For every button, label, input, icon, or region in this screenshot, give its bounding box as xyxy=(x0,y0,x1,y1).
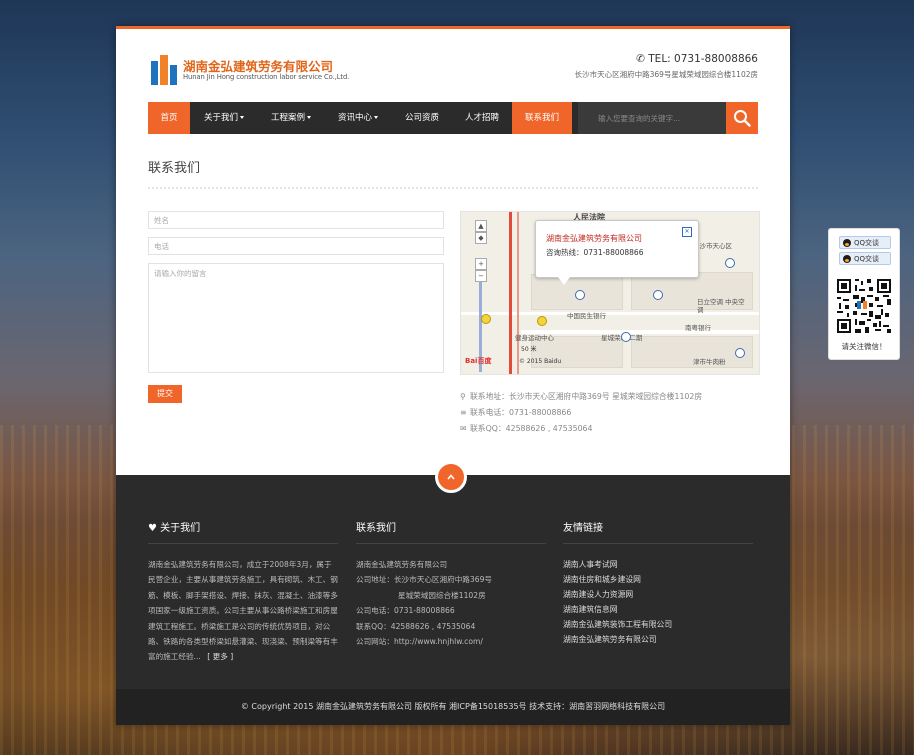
page-container: 湖南金弘建筑劳务有限公司 Hunan Jin Hong construction… xyxy=(116,26,790,725)
title-divider xyxy=(148,187,758,189)
map-zoom-in-button[interactable]: + xyxy=(475,258,487,270)
footer-link-item[interactable]: 湖南人事考试网 xyxy=(563,559,618,570)
map-label-nanyue: 南粤银行 xyxy=(685,324,711,332)
logo-mark-icon xyxy=(151,55,177,85)
page-title: 联系我们 xyxy=(148,161,201,176)
main-nav: 首页 关于我们 工程案例 资讯中心 公司资质 人才招聘 联系我们 xyxy=(148,102,758,134)
list-icon: ≡ xyxy=(460,408,467,417)
map-poi-icon xyxy=(653,290,663,300)
site-logo[interactable]: 湖南金弘建筑劳务有限公司 Hunan Jin Hong construction… xyxy=(151,53,351,89)
floating-contact-panel: QQ交谈 QQ交谈 请关注微信！ xyxy=(828,228,900,360)
qq-chat-button-1[interactable]: QQ交谈 xyxy=(839,236,891,249)
nav-item-about[interactable]: 关于我们 xyxy=(190,102,258,134)
map-scale: 50 米 xyxy=(521,346,537,353)
scroll-top-button[interactable] xyxy=(435,461,467,493)
footer-about-text: 湖南金弘建筑劳务有限公司，成立于2008年3月，属于民营企业，主要从事建筑劳务施… xyxy=(148,560,338,662)
search-input[interactable] xyxy=(578,102,728,134)
footer-link-item[interactable]: 湖南金弘建筑装饰工程有限公司 xyxy=(563,619,672,630)
envelope-icon: ✉ xyxy=(460,424,467,433)
bubble-phone: 咨询热线：0731-88008866 xyxy=(546,248,644,257)
site-header: 湖南金弘建筑劳务有限公司 Hunan Jin Hong construction… xyxy=(116,29,790,101)
close-icon[interactable]: ✕ xyxy=(682,227,692,237)
footer-website-link[interactable]: 公司网站：http://www.hnjhlw.com/ xyxy=(356,634,556,649)
map-pan-up-button[interactable]: ▲ xyxy=(475,220,487,232)
map-label-food: 津市牛肉粉 xyxy=(693,358,726,366)
map-copyright: © 2015 Baidu xyxy=(519,358,562,365)
nav-item-news[interactable]: 资讯中心 xyxy=(324,102,392,134)
nav-item-home[interactable]: 首页 xyxy=(148,102,190,134)
search-icon xyxy=(734,110,751,127)
map-info-bubble: 湖南金弘建筑劳务有限公司 咨询热线：0731-88008866 ✕ xyxy=(535,220,699,285)
footer-more-link[interactable]: [ 更多 ] xyxy=(207,652,233,661)
map-poi-icon xyxy=(621,332,631,342)
header-address: 长沙市天心区湘府中路369号星城荣域园综合楼1102房 xyxy=(574,70,758,79)
header-tel: ✆ TEL: 0731-88008866 xyxy=(636,53,758,65)
chevron-down-icon xyxy=(307,116,311,119)
footer-link-item[interactable]: 湖南金弘建筑劳务有限公司 xyxy=(563,634,657,645)
qq-chat-button-2[interactable]: QQ交谈 xyxy=(839,252,891,265)
message-field[interactable] xyxy=(148,263,444,373)
contact-address: ⚲ 联系地址：长沙市天心区湘府中路369号 星城荣域园综合楼1102房 xyxy=(460,392,703,401)
footer-about-title: ♥ 关于我们 xyxy=(148,523,201,534)
submit-button[interactable]: 提交 xyxy=(148,385,182,403)
nav-item-cases[interactable]: 工程案例 xyxy=(258,102,324,134)
map-marker-yellow-icon xyxy=(537,316,547,326)
logo-english-name: Hunan Jin Hong construction labor servic… xyxy=(183,73,350,81)
map-label-bank: 中国民生银行 xyxy=(567,312,606,320)
chevron-up-icon xyxy=(447,474,455,480)
map-label-gym: 健身运动中心 xyxy=(515,334,554,342)
phone-field[interactable] xyxy=(148,237,444,255)
heart-icon: ♥ xyxy=(148,523,157,534)
qr-code-icon xyxy=(835,277,893,335)
footer-link-item[interactable]: 湖南住房和城乡建设网 xyxy=(563,574,641,585)
wechat-qr-code xyxy=(835,277,893,335)
chevron-down-icon xyxy=(240,116,244,119)
nav-item-jobs[interactable]: 人才招聘 xyxy=(452,102,512,134)
map-pan-button[interactable]: ◆ xyxy=(475,232,487,244)
wechat-caption: 请关注微信！ xyxy=(841,342,887,351)
search-button[interactable] xyxy=(726,102,758,134)
qq-penguin-icon xyxy=(843,239,851,247)
qq-penguin-icon xyxy=(843,255,851,263)
copyright-bar: © Copyright 2015 湖南金弘建筑劳务有限公司 版权所有 湘ICP备… xyxy=(116,689,790,725)
name-field[interactable] xyxy=(148,211,444,229)
bubble-company-name: 湖南金弘建筑劳务有限公司 xyxy=(546,234,642,243)
footer-link-item[interactable]: 湖南建设人力资源网 xyxy=(563,589,633,600)
location-pin-icon: ⚲ xyxy=(460,392,466,401)
nav-item-contact[interactable]: 联系我们 xyxy=(512,102,572,134)
map-marker-yellow-icon xyxy=(481,314,491,324)
footer-link-item[interactable]: 湖南建筑信息网 xyxy=(563,604,618,615)
footer-links-title: 友情链接 xyxy=(563,523,603,534)
contact-phone: ≡ 联系电话：0731-88008866 xyxy=(460,408,572,417)
map-zoom-out-button[interactable]: − xyxy=(475,270,487,282)
nav-item-qualification[interactable]: 公司资质 xyxy=(392,102,452,134)
footer-contact-title: 联系我们 xyxy=(356,523,396,534)
map-label-aircon: 日立空调 中央空调 xyxy=(697,298,745,314)
map-poi-icon xyxy=(725,258,735,268)
baidu-map[interactable]: 人民法院 中沙市天心区 日立空调 中央空调 中国民生银行 星城荣域-二期 南粤银… xyxy=(460,211,760,375)
footer-contact-info: 湖南金弘建筑劳务有限公司 公司地址：长沙市天心区湘府中路369号 星城荣域园综合… xyxy=(356,557,556,649)
chevron-down-icon xyxy=(374,116,378,119)
contact-qq: ✉ 联系QQ：42588626 , 47535064 xyxy=(460,424,593,433)
map-poi-icon xyxy=(735,348,745,358)
baidu-logo: Bai百度 xyxy=(465,357,492,365)
map-poi-icon xyxy=(575,290,585,300)
phone-icon: ✆ xyxy=(636,53,645,65)
